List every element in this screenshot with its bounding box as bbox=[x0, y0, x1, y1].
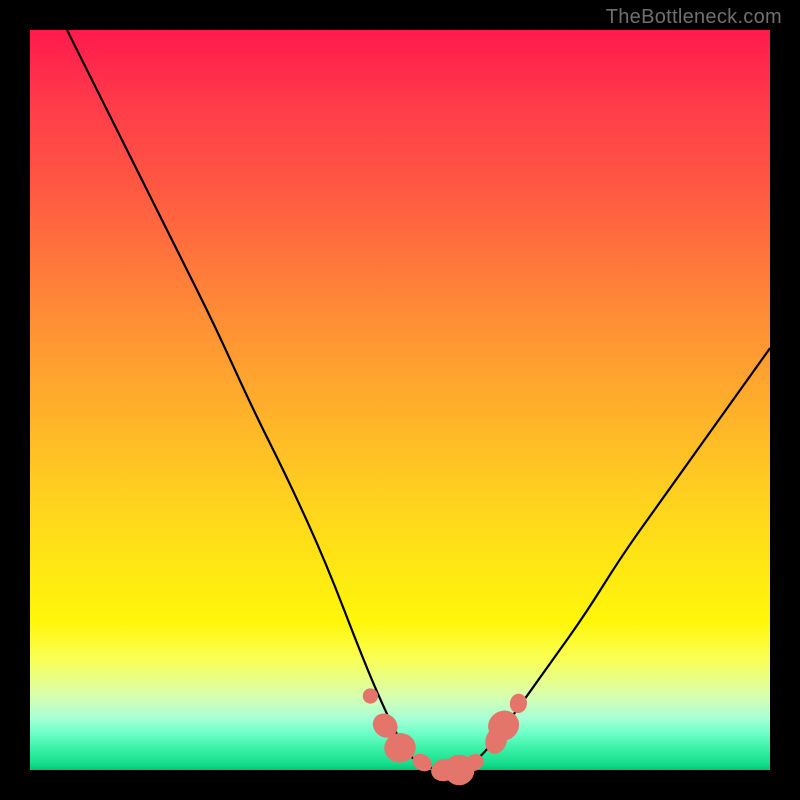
valley-marker bbox=[508, 692, 528, 714]
plot-area bbox=[30, 30, 770, 770]
valley-marker bbox=[363, 688, 378, 703]
curve-svg bbox=[30, 30, 770, 770]
chart-frame: TheBottleneck.com bbox=[0, 0, 800, 800]
valley-markers bbox=[363, 688, 529, 790]
watermark-text: TheBottleneck.com bbox=[606, 6, 782, 29]
bottleneck-curve bbox=[67, 30, 770, 770]
